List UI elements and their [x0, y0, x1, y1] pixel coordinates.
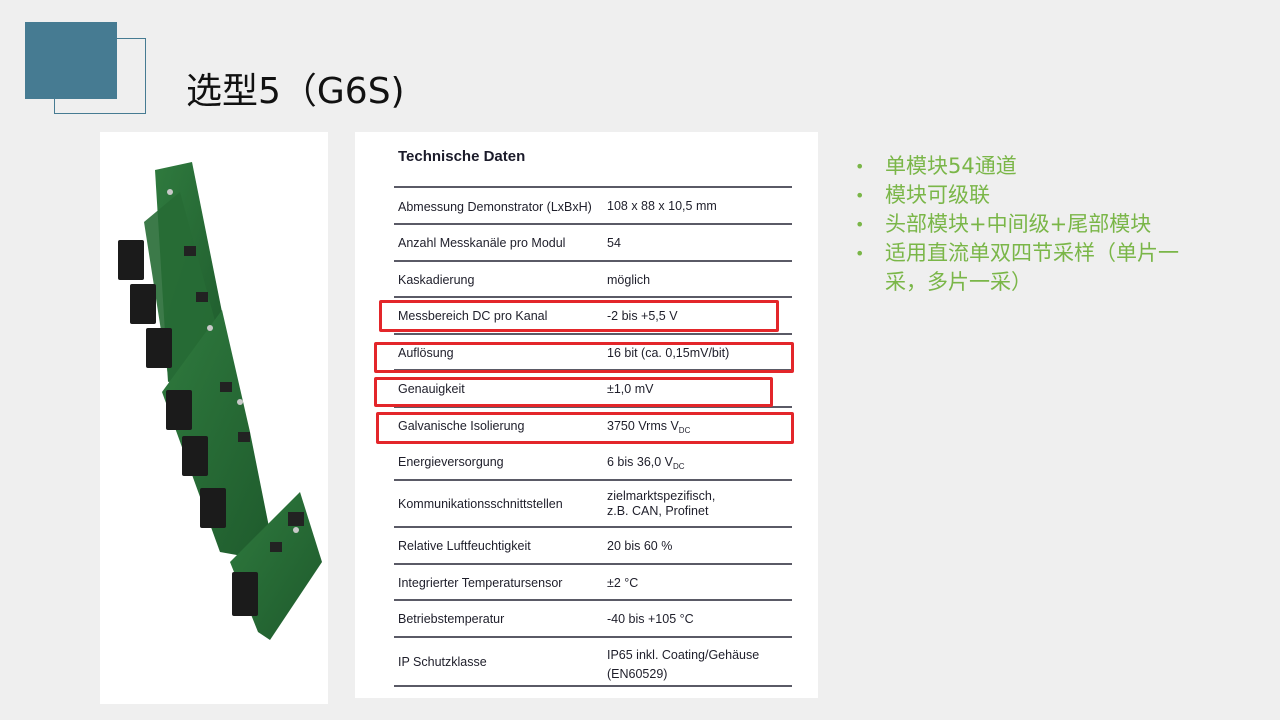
- table-row: IP Schutzklasse IP65 inkl. Coating/Gehäu…: [394, 638, 792, 687]
- product-photo: [100, 132, 328, 704]
- highlight-box-measuring-range: [379, 300, 779, 332]
- pcb-modules-image: [118, 162, 322, 640]
- feature-bullet-list: • 单模块54通道 • 模块可级联 • 头部模块+中间级+尾部模块 • 适用直流…: [852, 152, 1182, 297]
- row-value: zielmarktspezifisch, z.B. CAN, Profinet: [607, 489, 715, 519]
- highlight-box-resolution: [374, 342, 794, 373]
- table-row: Abmessung Demonstrator (LxBxH) 108 x 88 …: [394, 188, 792, 225]
- row-value-line1: zielmarktspezifisch,: [607, 489, 716, 503]
- highlight-box-accuracy: [374, 377, 773, 407]
- row-label: Betriebstemperatur: [398, 612, 505, 626]
- highlight-box-isolation: [376, 412, 794, 444]
- bullet-dot-icon: •: [855, 186, 865, 205]
- row-value-line2: (EN60529): [607, 667, 668, 681]
- bullet-dot-icon: •: [855, 244, 865, 263]
- row-label: Kommunikationsschnittstellen: [398, 497, 563, 511]
- decorative-square-outline: [54, 38, 146, 114]
- bullet-text: 单模块54通道: [885, 154, 1017, 178]
- row-value: 20 bis 60 %: [607, 539, 673, 553]
- row-label: Abmessung Demonstrator (LxBxH): [398, 200, 592, 214]
- row-label: Anzahl Messkanäle pro Modul: [398, 236, 566, 250]
- row-value: -40 bis +105 °C: [607, 612, 694, 626]
- table-heading: Technische Daten: [398, 148, 526, 165]
- row-value: IP65 inkl. Coating/Gehäuse (EN60529): [607, 646, 759, 684]
- row-label: IP Schutzklasse: [398, 655, 487, 669]
- row-value: 6 bis 36,0 VDC: [607, 455, 685, 474]
- bullet-text: 头部模块+中间级+尾部模块: [885, 212, 1152, 236]
- row-label: Relative Luftfeuchtigkeit: [398, 539, 531, 553]
- row-label: Integrierter Temperatursensor: [398, 576, 563, 590]
- bullet-item: • 头部模块+中间级+尾部模块: [852, 210, 1182, 239]
- row-value-line1: IP65 inkl. Coating/Gehäuse: [607, 648, 760, 662]
- row-value-subscript: DC: [673, 462, 685, 471]
- bullet-item: • 单模块54通道: [852, 152, 1182, 181]
- row-value: 54: [607, 236, 621, 250]
- slide-title: 选型5（G6S): [186, 71, 405, 112]
- row-value-main: 6 bis 36,0 V: [607, 455, 674, 469]
- table-row: Anzahl Messkanäle pro Modul 54: [394, 225, 792, 262]
- bullet-dot-icon: •: [855, 157, 865, 176]
- bullet-text: 模块可级联: [885, 183, 990, 207]
- row-value-line2: z.B. CAN, Profinet: [607, 504, 709, 518]
- table-row: Betriebstemperatur -40 bis +105 °C: [394, 601, 792, 638]
- table-row: Energieversorgung 6 bis 36,0 VDC: [394, 444, 792, 481]
- bullet-item: • 适用直流单双四节采样（单片一采，多片一采）: [852, 239, 1182, 297]
- row-label: Energieversorgung: [398, 455, 504, 469]
- row-value: möglich: [607, 273, 651, 287]
- table-row: Integrierter Temperatursensor ±2 °C: [394, 565, 792, 601]
- bullet-text: 适用直流单双四节采样（单片一采，多片一采）: [885, 241, 1179, 294]
- row-value: ±2 °C: [607, 576, 639, 590]
- table-row: Kaskadierung möglich: [394, 262, 792, 298]
- row-value: 108 x 88 x 10,5 mm: [607, 199, 717, 213]
- bullet-item: • 模块可级联: [852, 181, 1182, 210]
- table-row: Relative Luftfeuchtigkeit 20 bis 60 %: [394, 528, 792, 565]
- row-label: Kaskadierung: [398, 273, 475, 287]
- bullet-dot-icon: •: [855, 215, 865, 234]
- table-row: Kommunikationsschnittstellen zielmarktsp…: [394, 481, 792, 528]
